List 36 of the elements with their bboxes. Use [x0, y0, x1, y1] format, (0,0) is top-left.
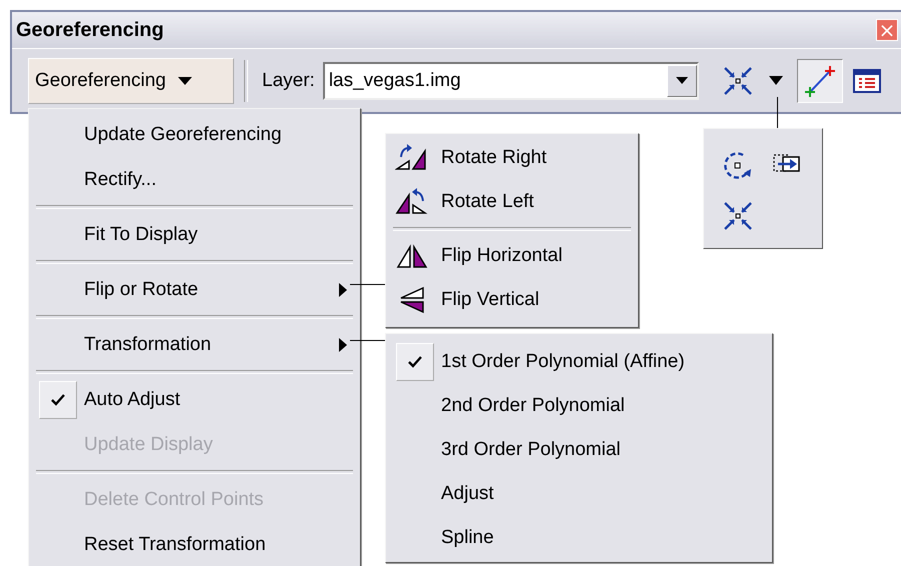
menu-item[interactable]: Flip Vertical	[389, 278, 635, 322]
layer-dropdown[interactable]: las_vegas1.img	[322, 62, 699, 100]
table-icon[interactable]	[852, 68, 881, 94]
add-control-points-button[interactable]	[796, 58, 843, 102]
menu-item[interactable]: Rectify...	[32, 157, 357, 202]
menu-item[interactable]: Fit To Display	[32, 212, 357, 257]
leader-line	[350, 284, 385, 285]
leader-line	[350, 340, 385, 341]
menu-item[interactable]: 3rd Order Polynomial	[389, 428, 769, 472]
menu-item[interactable]: 2nd Order Polynomial	[389, 384, 769, 428]
submenu-arrow-icon	[339, 338, 347, 352]
rotate-right-icon	[395, 143, 429, 173]
caret-icon[interactable]	[768, 76, 783, 85]
checkmark-icon	[396, 343, 434, 381]
menu-item[interactable]: Reset Transformation	[32, 522, 357, 566]
dropdown-button[interactable]	[666, 64, 697, 96]
menu-item[interactable]: 1st Order Polynomial (Affine)	[389, 340, 769, 384]
menu-item[interactable]: Flip Horizontal	[389, 234, 635, 278]
layer-label: Layer:	[262, 70, 315, 92]
menu-item[interactable]: Spline	[389, 516, 769, 560]
line-with-crosses-icon	[802, 64, 837, 98]
menu-item[interactable]: Transformation	[32, 322, 357, 367]
menu-item[interactable]: Update Georeferencing	[32, 112, 357, 157]
menu-item[interactable]: Flip or Rotate	[32, 267, 357, 312]
menu-item[interactable]: Auto Adjust	[32, 377, 357, 422]
caret-icon	[676, 77, 688, 84]
window-title: Georeferencing	[16, 18, 164, 42]
submenu-arrow-icon	[339, 282, 347, 296]
georeferencing-menu-button[interactable]: Georeferencing	[28, 58, 234, 104]
menu-item[interactable]: Adjust	[389, 472, 769, 516]
menu-item[interactable]: Rotate Left	[389, 180, 635, 224]
rotate-left-icon	[395, 187, 429, 217]
checkmark-icon	[39, 380, 77, 418]
leader-line	[777, 97, 778, 128]
caret-icon	[178, 76, 192, 84]
menu-item[interactable]: Rotate Right	[389, 136, 635, 180]
